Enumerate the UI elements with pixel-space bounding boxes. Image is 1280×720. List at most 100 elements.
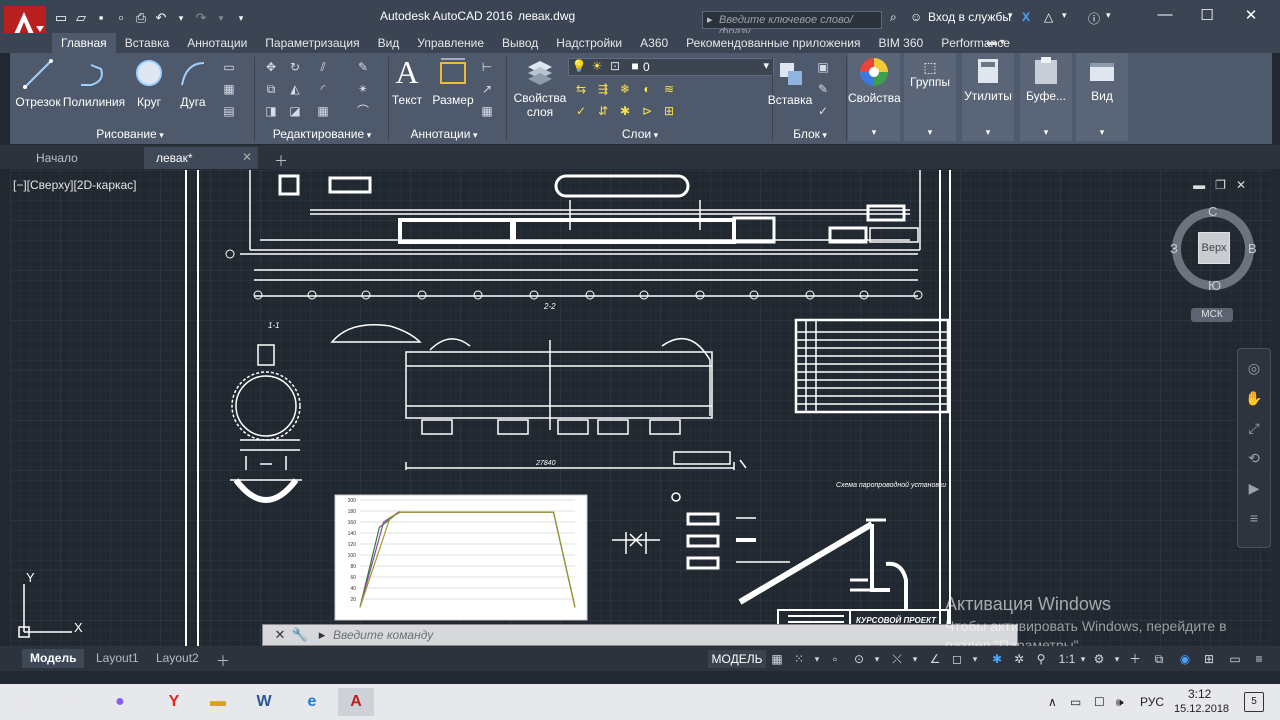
model-space-button[interactable]: МОДЕЛЬ: [708, 650, 766, 668]
viewport-close-icon[interactable]: ✕: [1236, 178, 1246, 192]
minimize-icon[interactable]: —: [1150, 6, 1180, 26]
leader-icon[interactable]: ↗: [478, 81, 496, 97]
units-icon[interactable]: ⧉: [1150, 650, 1168, 668]
viewcube-north[interactable]: С: [1208, 204, 1217, 219]
help-icon[interactable]: ⓘ: [1088, 10, 1100, 27]
steering-wheel-icon[interactable]: ◎: [1243, 357, 1265, 379]
windows-start-icon[interactable]: ⊞: [4, 688, 40, 716]
autoscale-icon[interactable]: ✲: [1010, 650, 1028, 668]
tab-a360[interactable]: A360: [631, 33, 677, 53]
customization-menu-icon[interactable]: ≡: [1250, 650, 1268, 668]
save-as-icon[interactable]: ▫: [112, 9, 130, 27]
clipboard-expand-icon[interactable]: ▾: [1020, 127, 1072, 138]
help-dropdown-icon[interactable]: ▾: [1106, 10, 1111, 21]
signin-dropdown-icon[interactable]: ▾: [1008, 10, 1013, 21]
copy-icon[interactable]: ⧉: [262, 81, 280, 97]
isodraft-dropdown-icon[interactable]: ▾: [906, 650, 924, 668]
layout-tab-model[interactable]: Модель: [22, 649, 85, 668]
drawing-tab[interactable]: левак* ✕: [144, 147, 258, 169]
utilities-expand-icon[interactable]: ▾: [962, 127, 1014, 138]
text-tool[interactable]: A Текст: [390, 55, 424, 107]
layer-freeze-icon[interactable]: ❄: [616, 81, 634, 97]
tab-output[interactable]: Вывод: [493, 33, 547, 53]
view-panel[interactable]: Вид ▾: [1076, 53, 1128, 141]
viewcube-south[interactable]: Ю: [1208, 278, 1221, 293]
clock-time[interactable]: 3:12: [1188, 687, 1211, 701]
linear-dim-icon[interactable]: ⊢: [478, 59, 496, 75]
snap-dropdown-icon[interactable]: ▾: [808, 650, 826, 668]
layer-properties-tool[interactable]: Свойства слоя: [510, 57, 570, 119]
groups-expand-icon[interactable]: ▾: [904, 127, 956, 138]
annotation-visibility-icon[interactable]: ✱: [988, 650, 1006, 668]
utilities-panel[interactable]: Утилиты ▾: [962, 53, 1014, 141]
draw-panel-title[interactable]: Рисование: [70, 127, 190, 141]
print-icon[interactable]: ⎙: [132, 9, 150, 27]
file-explorer-icon[interactable]: ▬: [200, 688, 236, 716]
customize-cmdline-icon[interactable]: 🔧: [291, 626, 309, 644]
quick-properties-icon[interactable]: ◉: [1176, 650, 1194, 668]
annotation-scale-icon[interactable]: ⚲: [1032, 650, 1050, 668]
notification-center-icon[interactable]: 5: [1244, 692, 1264, 712]
new-tab-icon[interactable]: ＋: [262, 147, 294, 169]
layer-match-icon[interactable]: ⇆: [572, 81, 590, 97]
groups-panel[interactable]: ⬚ Группы ▾: [904, 53, 956, 141]
tab-home[interactable]: Главная: [52, 33, 116, 53]
infer-constraints-icon[interactable]: ▫: [826, 650, 844, 668]
help-search-input[interactable]: Введите ключевое слово/фразу: [702, 11, 882, 38]
tray-volume-icon[interactable]: 🕪: [1116, 695, 1124, 710]
ribbon-toggle-icon[interactable]: ▬ ▾: [987, 37, 1011, 49]
grid-icon[interactable]: ▦: [768, 650, 786, 668]
tab-view[interactable]: Вид: [369, 33, 409, 53]
trim-icon[interactable]: ⫽: [314, 59, 332, 75]
rectangle-icon[interactable]: ▭: [220, 59, 238, 75]
viewport-controls-label[interactable]: [−][Сверху][2D-каркас]: [13, 178, 137, 192]
yandex-browser-icon[interactable]: Y: [156, 688, 192, 716]
word-icon[interactable]: W: [246, 688, 282, 716]
layer-walk-icon[interactable]: ≋: [660, 81, 678, 97]
input-language[interactable]: РУС: [1140, 695, 1164, 709]
polar-dropdown-icon[interactable]: ▾: [868, 650, 886, 668]
showmotion-icon[interactable]: ▶: [1243, 477, 1265, 499]
edge-icon[interactable]: e: [294, 688, 330, 716]
workspace-dropdown-icon[interactable]: ▾: [1108, 650, 1126, 668]
table-small-icon[interactable]: ▤: [220, 103, 238, 119]
tab-annotate[interactable]: Аннотации: [178, 33, 256, 53]
maximize-icon[interactable]: ☐: [1192, 6, 1222, 26]
tab-featured-apps[interactable]: Рекомендованные приложения: [677, 33, 869, 53]
offset-icon[interactable]: ⌒: [354, 103, 372, 119]
isodraft-icon[interactable]: ⤬: [888, 650, 906, 668]
layer-current-icon[interactable]: ✓: [572, 103, 590, 119]
arc-tool[interactable]: Дуга: [172, 57, 214, 109]
save-icon[interactable]: ▪: [92, 9, 110, 27]
layer-off-icon[interactable]: ◐: [638, 81, 656, 97]
viewcube-east[interactable]: В: [1248, 241, 1257, 256]
command-input[interactable]: Введите команду: [333, 628, 433, 642]
viewport-restore-icon[interactable]: ❐: [1215, 178, 1226, 192]
close-tab-icon[interactable]: ✕: [242, 150, 252, 164]
clock-date[interactable]: 15.12.2018: [1174, 703, 1229, 715]
snap-icon[interactable]: ⁙: [790, 650, 808, 668]
erase-icon[interactable]: ✎: [354, 59, 372, 75]
a360-dropdown-icon[interactable]: ▾: [1062, 10, 1067, 21]
redo-icon[interactable]: ↷: [192, 9, 210, 27]
viewport-minimize-icon[interactable]: ▬: [1193, 178, 1205, 192]
exchange-apps-icon[interactable]: X: [1022, 10, 1030, 24]
undo-icon[interactable]: ↶: [152, 9, 170, 27]
customize-qat-icon[interactable]: ▾: [232, 9, 250, 27]
layer-iso-icon[interactable]: ⇶: [594, 81, 612, 97]
tab-addins[interactable]: Надстройки: [547, 33, 631, 53]
scale-icon[interactable]: ◪: [286, 103, 304, 119]
layer-merge-icon[interactable]: ⊞: [660, 103, 678, 119]
layer-previous-icon[interactable]: ⊳: [638, 103, 656, 119]
properties-panel[interactable]: Свойства ▾: [848, 53, 901, 141]
viewcube-top-face[interactable]: Верх: [1198, 232, 1230, 264]
mirror-icon[interactable]: ◭: [286, 81, 304, 97]
zoom-extents-icon[interactable]: ⤢: [1243, 417, 1265, 439]
hatch-icon[interactable]: ▦: [220, 81, 238, 97]
array-icon[interactable]: ▦: [314, 103, 332, 119]
fillet-icon[interactable]: ◜: [314, 81, 332, 97]
tab-bim360[interactable]: BIM 360: [870, 33, 933, 53]
clipboard-panel[interactable]: Буфе... ▾: [1020, 53, 1072, 141]
tray-expand-icon[interactable]: ∧: [1048, 695, 1057, 709]
new-file-icon[interactable]: ▭: [52, 9, 70, 27]
